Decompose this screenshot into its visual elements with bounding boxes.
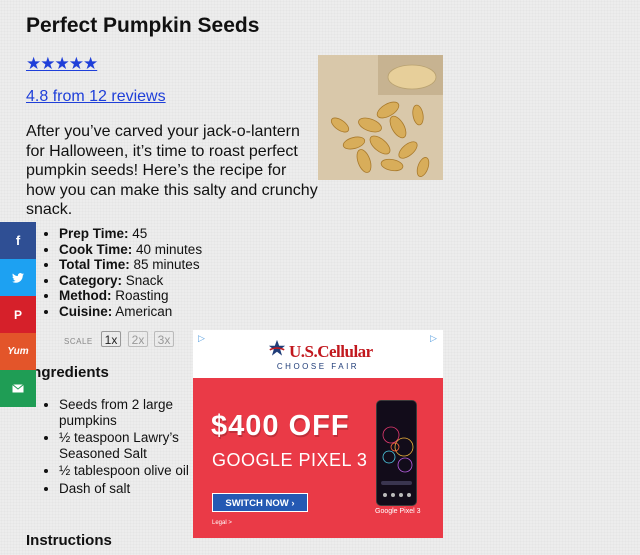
- recipe-intro: After you’ve carved your jack-o-lantern …: [26, 123, 318, 218]
- yummly-icon: Yum: [7, 346, 29, 357]
- scale-1x-button[interactable]: 1x: [101, 331, 121, 347]
- recipe-title: Perfect Pumpkin Seeds: [26, 14, 260, 37]
- email-icon: [12, 384, 24, 393]
- instructions-heading: Instructions: [26, 532, 112, 549]
- switch-now-button[interactable]: SWITCH NOW ›: [212, 493, 308, 512]
- ad-body: $400 OFF GOOGLE PIXEL 3 SWITCH NOW › Leg…: [193, 378, 443, 538]
- ingredients-list: Seeds from 2 large pumpkins ½ teaspoon L…: [40, 397, 209, 498]
- ingredient-item: ½ teaspoon Lawry’s Seasoned Salt: [59, 430, 209, 461]
- facebook-icon: f: [15, 233, 21, 248]
- scale-2x-button[interactable]: 2x: [128, 331, 148, 347]
- scale-3x-button[interactable]: 3x: [154, 331, 174, 347]
- ad-legal-link[interactable]: Legal >: [212, 520, 232, 526]
- recipe-meta-list: Prep Time: 45 Cook Time: 40 minutes Tota…: [40, 226, 202, 319]
- ad-header: ▷ ▷ U.S.Cellular CHOOSE FAIR: [193, 330, 443, 378]
- share-yummly-button[interactable]: Yum: [0, 333, 36, 370]
- pinterest-icon: P: [13, 307, 22, 322]
- ad-offer: $400 OFF: [211, 410, 350, 442]
- advertisement[interactable]: ▷ ▷ U.S.Cellular CHOOSE FAIR $400 OFF GO…: [193, 330, 443, 538]
- meta-cook-time: Cook Time: 40 minutes: [59, 242, 202, 258]
- share-pinterest-button[interactable]: P: [0, 296, 36, 333]
- ad-phone-caption: Google Pixel 3: [375, 508, 421, 515]
- ad-brand: U.S.Cellular: [289, 342, 373, 361]
- reviews-link[interactable]: 4.8 from 12 reviews: [26, 88, 166, 106]
- meta-prep-time: Prep Time: 45: [59, 226, 202, 242]
- ingredient-item: Dash of salt: [59, 481, 209, 497]
- adchoices-icon[interactable]: ▷: [198, 333, 205, 344]
- scale-label: SCALE: [64, 337, 93, 346]
- pumpkin-seeds-photo: [318, 55, 443, 180]
- ingredient-item: ½ tablespoon olive oil: [59, 463, 209, 479]
- share-facebook-button[interactable]: f: [0, 222, 36, 259]
- ad-model: GOOGLE PIXEL 3: [212, 450, 368, 470]
- share-twitter-button[interactable]: [0, 259, 36, 296]
- adchoices-icon[interactable]: ▷: [430, 333, 437, 344]
- phone-image: [376, 400, 417, 506]
- share-sidebar: f P Yum: [0, 222, 36, 407]
- twitter-icon: [12, 272, 24, 283]
- meta-cuisine: Cuisine: American: [59, 304, 202, 320]
- ad-tagline: CHOOSE FAIR: [276, 362, 360, 371]
- meta-total-time: Total Time: 85 minutes: [59, 257, 202, 273]
- ingredient-item: Seeds from 2 large pumpkins: [59, 397, 209, 428]
- brand-star-icon: [268, 339, 286, 356]
- share-email-button[interactable]: [0, 370, 36, 407]
- meta-method: Method: Roasting: [59, 288, 202, 304]
- meta-category: Category: Snack: [59, 273, 202, 289]
- rating-stars[interactable]: ★★★★★: [26, 54, 98, 74]
- ingredients-heading: Ingredients: [28, 364, 109, 381]
